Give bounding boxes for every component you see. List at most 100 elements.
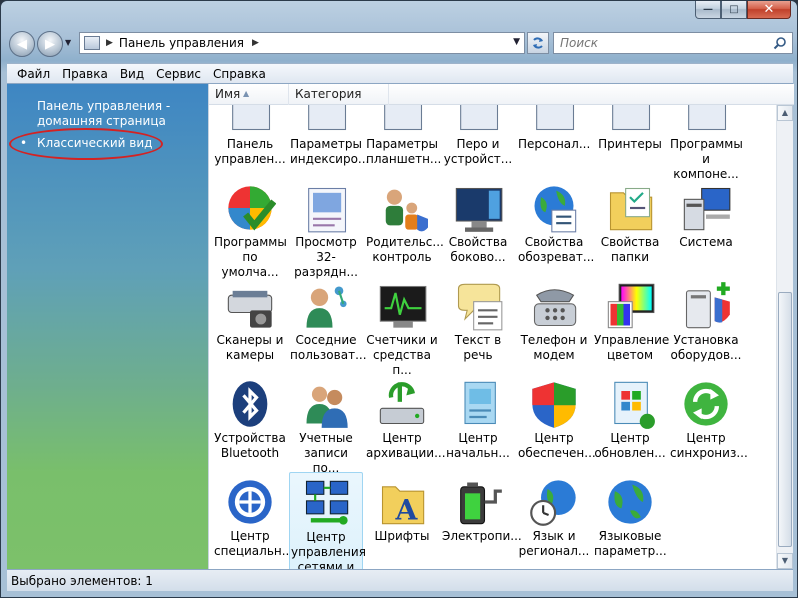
menu-edit[interactable]: Правка xyxy=(56,67,114,81)
control-panel-item[interactable]: Просмотр 32-разрядн... xyxy=(289,178,363,279)
control-panel-item[interactable]: Язык и регионал... xyxy=(517,472,591,569)
control-panel-item[interactable]: Центр управления сетями и общим доступом xyxy=(289,472,366,569)
network-center-icon xyxy=(305,480,349,525)
control-panel-item[interactable]: Свойства обозреват... xyxy=(517,178,594,278)
control-panel-item[interactable]: Центр обеспечен... xyxy=(517,374,596,474)
control-panel-item[interactable]: Текст в речь xyxy=(441,276,515,376)
status-bar: Выбрано элементов: 1 xyxy=(7,569,793,591)
control-panel-item[interactable]: Программы и компоне... xyxy=(669,105,743,181)
item-label: Центр архивации... xyxy=(366,431,446,460)
add-hardware-icon xyxy=(685,282,730,329)
control-panel-item[interactable]: Установка оборудов... xyxy=(669,276,743,376)
breadcrumb-arrow-icon[interactable]: ▶ xyxy=(106,38,113,48)
item-label: Установка оборудов... xyxy=(670,333,742,362)
control-panel-item[interactable]: Телефон и модем xyxy=(517,276,591,376)
control-panel-home-link[interactable]: Панель управления - домашняя страница xyxy=(37,99,177,129)
item-label: Управление цветом xyxy=(594,333,670,362)
control-panel-item[interactable]: Параметры индексиро... xyxy=(289,105,370,180)
item-label: Счетчики и средства п... xyxy=(366,333,438,377)
control-panel-item[interactable]: Устройства Bluetooth xyxy=(213,374,287,474)
scroll-up-button[interactable]: ▲ xyxy=(777,105,793,121)
text-to-speech-icon xyxy=(457,283,503,331)
control-panel-item[interactable]: Сканеры и камеры xyxy=(213,276,287,376)
folder-options-icon xyxy=(609,187,653,231)
search-input[interactable] xyxy=(560,36,760,50)
content-area: Панель управления - домашняя страница • … xyxy=(7,83,794,569)
item-label: Параметры индексиро... xyxy=(290,137,370,166)
item-label: Свойства папки xyxy=(600,235,660,264)
menu-tools[interactable]: Сервис xyxy=(150,67,207,81)
forward-button[interactable]: ▶ xyxy=(37,31,63,57)
control-panel-item[interactable]: A Шрифты xyxy=(365,472,439,569)
item-label: Программы по умолча... xyxy=(214,235,287,279)
search-icon[interactable] xyxy=(773,36,787,50)
control-panel-item[interactable]: Языковые параметр... xyxy=(593,472,667,569)
item-label: Персонал... xyxy=(518,137,591,151)
control-panel-item[interactable]: Панель управлен... xyxy=(213,105,287,180)
control-panel-item[interactable]: Центр начальн... xyxy=(441,374,515,474)
control-panel-icon xyxy=(232,105,271,131)
breadcrumb-arrow-icon[interactable]: ▶ xyxy=(252,38,259,48)
scroll-down-button[interactable]: ▼ xyxy=(777,553,793,569)
control-panel-small-icon xyxy=(84,36,100,50)
search-box[interactable] xyxy=(553,32,793,54)
control-panel-item[interactable]: Центр специальн... xyxy=(213,472,293,569)
control-panel-item[interactable]: Перо и устройст... xyxy=(441,105,515,180)
sync-center-icon xyxy=(684,382,728,426)
performance-icon xyxy=(379,285,427,328)
control-panel-item[interactable]: Счетчики и средства п... xyxy=(365,276,439,377)
column-category[interactable]: Категория xyxy=(289,84,389,105)
control-panel-item[interactable]: Программы по умолча... xyxy=(213,178,287,279)
back-arrow-icon: ◀ xyxy=(17,36,27,52)
items-viewport: Панель управлен... Параметры индексиро...… xyxy=(209,105,777,569)
control-panel-item[interactable]: Персонал... xyxy=(517,105,591,180)
control-panel-item[interactable]: Принтеры xyxy=(593,105,667,180)
control-panel-item[interactable]: Центр архивации... xyxy=(365,374,446,474)
menu-view[interactable]: Вид xyxy=(114,67,150,81)
close-button[interactable]: ✕ xyxy=(747,1,791,19)
ease-of-access-icon xyxy=(228,480,272,524)
user-accounts-icon xyxy=(306,386,348,428)
control-panel-item[interactable]: Система xyxy=(669,178,743,278)
control-panel-item[interactable]: Центр синхрониз... xyxy=(669,374,748,474)
item-label: Система xyxy=(679,235,733,249)
column-name[interactable]: Имя ▲ xyxy=(209,84,289,105)
maximize-button[interactable]: □ xyxy=(721,1,747,19)
item-label: Центр синхрониз... xyxy=(670,431,748,460)
regional-icon xyxy=(530,480,576,526)
back-button[interactable]: ◀ xyxy=(9,31,35,57)
control-panel-item[interactable]: Свойства папки xyxy=(593,178,667,278)
control-panel-item[interactable]: Центр обновлен... xyxy=(593,374,667,474)
address-text[interactable]: Панель управления xyxy=(119,36,244,50)
refresh-button[interactable] xyxy=(527,32,549,54)
menu-help[interactable]: Справка xyxy=(207,67,272,81)
windows-update-icon xyxy=(614,381,655,429)
item-label: Устройства Bluetooth xyxy=(214,431,286,460)
vertical-scrollbar[interactable]: ▲ ▼ xyxy=(776,105,793,569)
control-panel-item[interactable]: Управление цветом xyxy=(593,276,670,376)
item-label: Язык и регионал... xyxy=(518,529,590,558)
control-panel-item[interactable]: Учетные записи по... xyxy=(289,374,363,475)
address-bar[interactable]: ▶ Панель управления ▶ ▼ xyxy=(79,32,525,54)
sidebar-properties-icon xyxy=(455,187,503,232)
control-panel-item[interactable]: Свойства боково... xyxy=(441,178,515,278)
explorer-window: — □ ✕ ◀ ▶ ▼ ▶ Панель управления ▶ ▼ Поис… xyxy=(0,0,798,598)
history-dropdown-icon[interactable]: ▼ xyxy=(65,38,71,47)
control-panel-item[interactable]: Электропи... xyxy=(441,472,522,569)
items-pane: Имя ▲ Категория Панель управлен... Параме… xyxy=(208,84,794,569)
indexing-icon xyxy=(308,105,347,131)
caption-buttons: — □ ✕ xyxy=(695,1,791,21)
control-panel-item[interactable]: Родительс... контроль xyxy=(365,178,444,278)
highlight-ellipse xyxy=(9,128,163,160)
item-label: Панель управлен... xyxy=(214,137,286,166)
scroll-thumb[interactable] xyxy=(778,292,792,547)
menu-file[interactable]: Файл xyxy=(11,67,56,81)
minimize-button[interactable]: — xyxy=(695,1,721,19)
control-panel-item[interactable]: Соседние пользоват... xyxy=(289,276,367,376)
default-programs-icon xyxy=(228,186,276,231)
programs-icon xyxy=(688,105,727,131)
address-dropdown-icon[interactable]: ▼ xyxy=(513,37,520,47)
close-icon: ✕ xyxy=(763,2,775,17)
color-management-icon xyxy=(607,283,655,329)
control-panel-item[interactable]: Параметры планшетн... xyxy=(365,105,441,180)
